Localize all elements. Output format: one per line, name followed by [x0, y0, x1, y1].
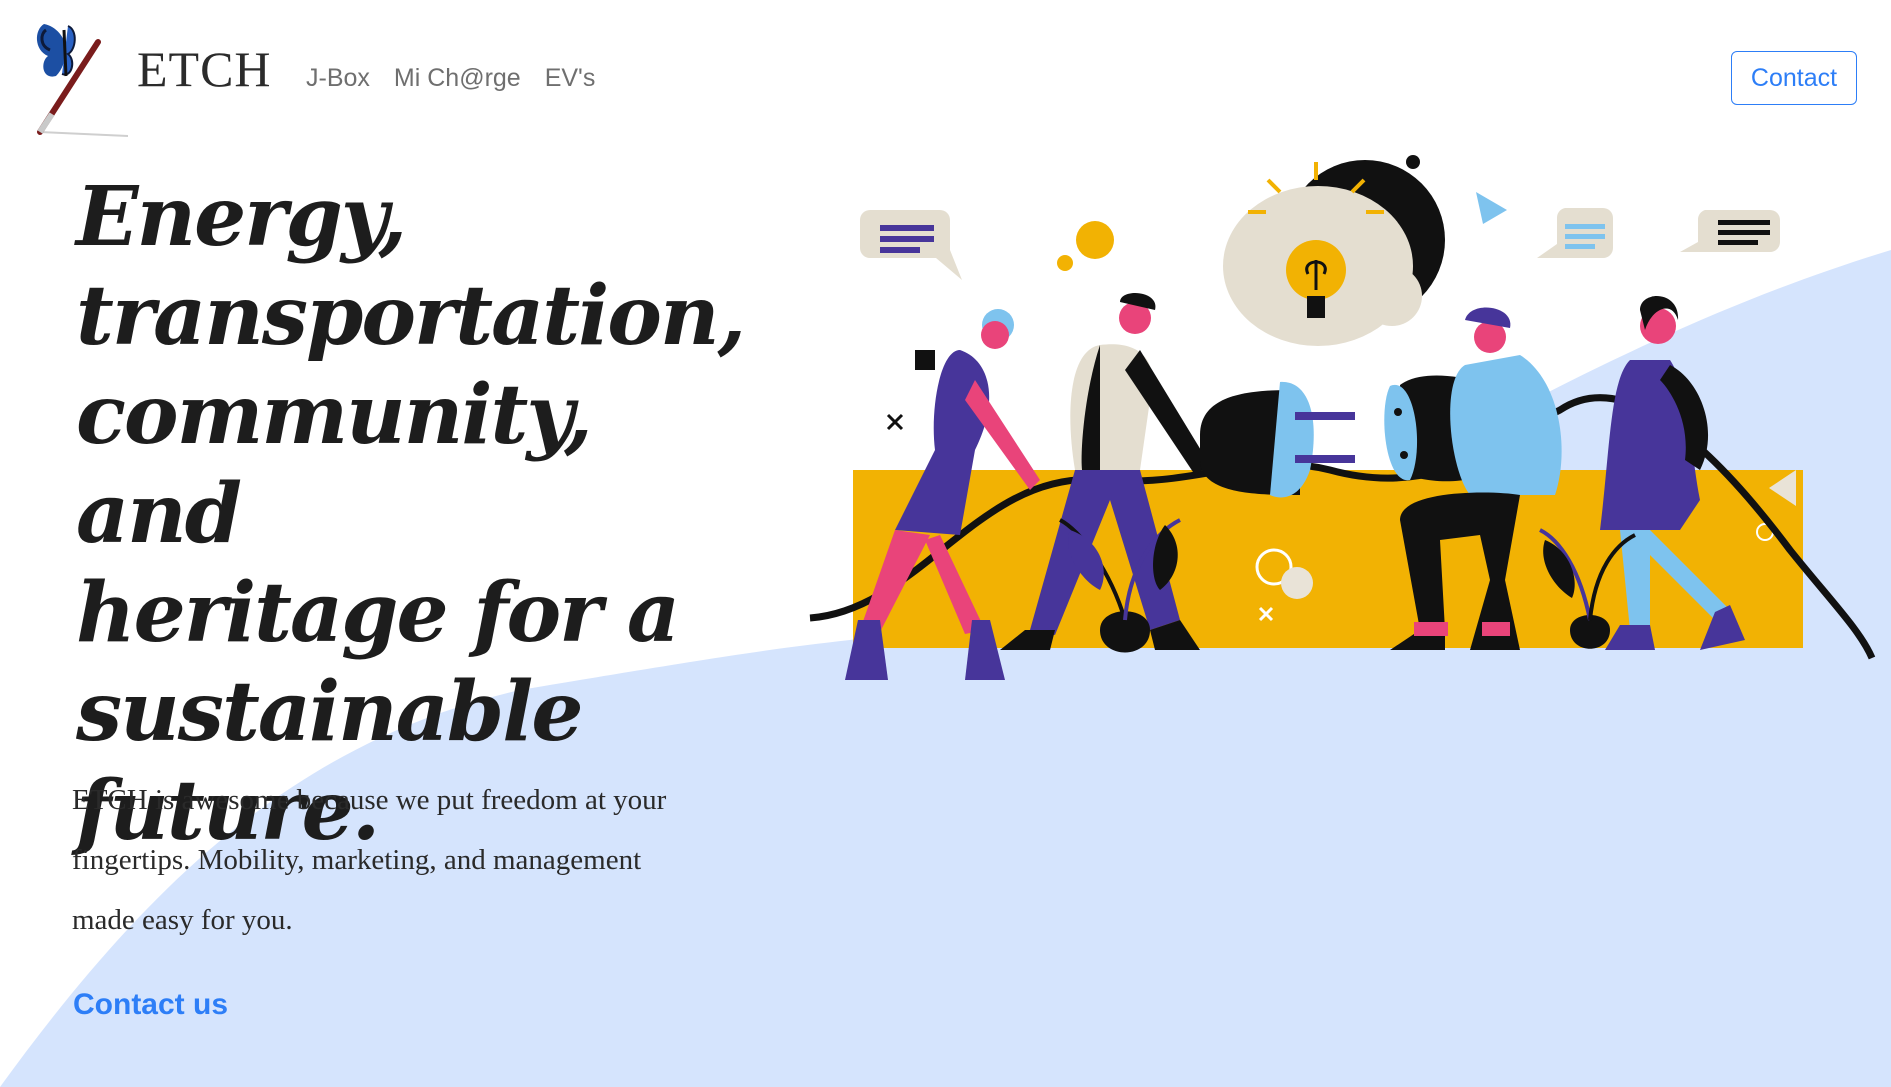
description-line: made easy for you. — [72, 904, 293, 936]
description-line: fingertips. Mobility, marketing, and man… — [72, 844, 642, 876]
lightbulb-icon — [1223, 155, 1445, 346]
headline-line: sustainable — [76, 664, 584, 760]
nav-link-evs[interactable]: EV's — [545, 64, 596, 93]
headline-line: Energy, — [76, 169, 407, 265]
butterfly-paintbrush-logo[interactable] — [32, 20, 128, 138]
contact-button[interactable]: Contact — [1731, 51, 1857, 105]
speech-bubble-icon — [860, 210, 962, 280]
headline-line: community, and — [76, 367, 593, 562]
nav-link-mi-charge[interactable]: Mi Ch@rge — [394, 64, 521, 93]
brand-name[interactable]: ETCH — [137, 44, 272, 94]
headline-line: transportation, — [76, 268, 746, 364]
hero-headline: Energy, transportation, community, and h… — [76, 168, 776, 861]
contact-us-link[interactable]: Contact us — [73, 988, 228, 1022]
headline-line: heritage for a — [76, 565, 680, 661]
hero-description: ETCH is awesome because we put freedom a… — [72, 770, 772, 950]
description-line: ETCH is awesome because we put freedom a… — [72, 784, 667, 816]
nav-link-j-box[interactable]: J-Box — [306, 64, 370, 93]
hero-illustration — [809, 155, 1876, 680]
speech-bubble-icon — [1680, 210, 1780, 252]
main-nav: J-Box Mi Ch@rge EV's — [306, 64, 595, 93]
speech-bubble-icon — [1537, 208, 1613, 258]
